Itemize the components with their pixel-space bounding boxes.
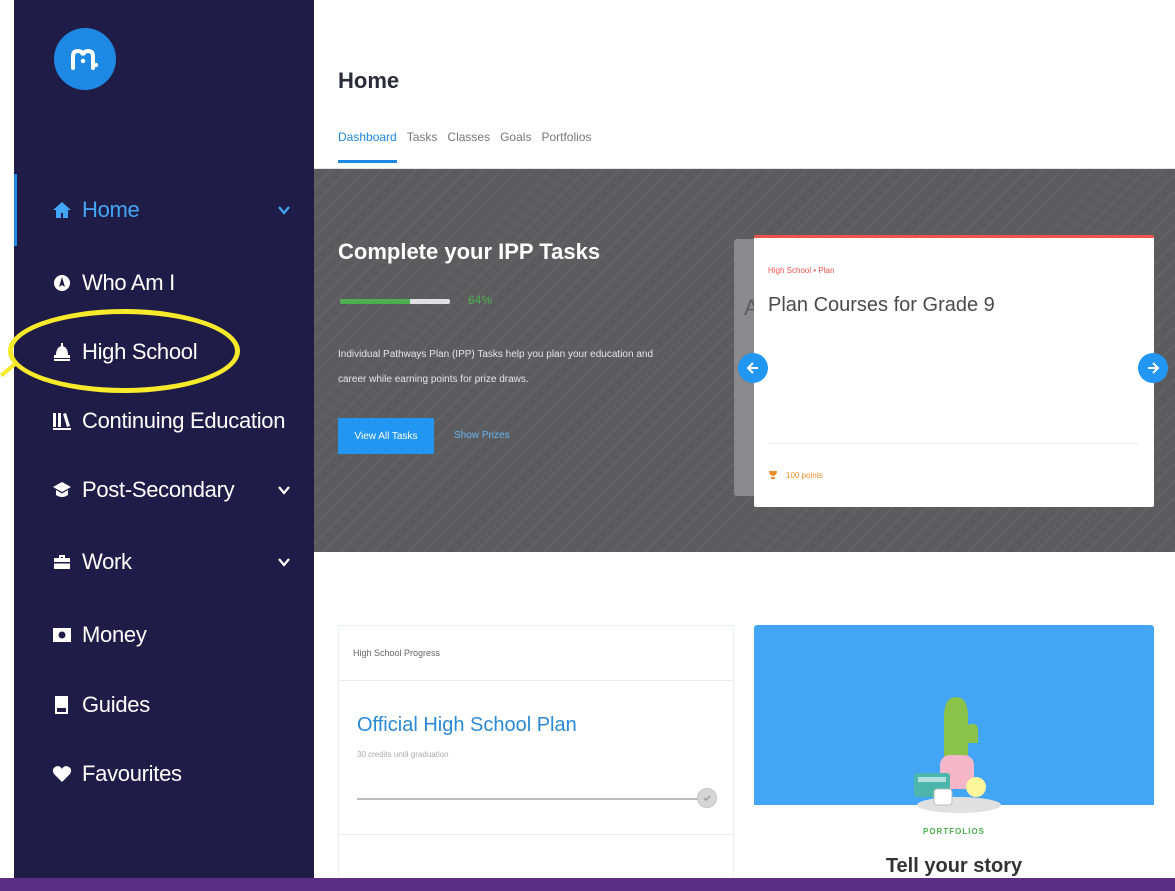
left-edge-strip [0, 0, 14, 878]
credits-remaining-text: 30 credits until graduation [357, 750, 449, 759]
portfolio-title: Tell your story [885, 855, 1023, 877]
panel-header: High School Progress [353, 648, 441, 658]
portfolio-eyebrow: PORTFOLIOS [923, 827, 985, 836]
hero-title: Complete your IPP Tasks [338, 239, 601, 264]
sidebar-item-who-am-i[interactable]: Who Am I [14, 259, 314, 307]
carousel-next-button[interactable] [1138, 353, 1168, 383]
page-title: Home [338, 68, 400, 93]
sidebar-item-label: Favourites [82, 761, 182, 786]
view-all-tasks-button[interactable]: View All Tasks [338, 418, 434, 454]
graduation-check-icon [697, 788, 717, 808]
ipp-progress-bar [340, 299, 450, 304]
tab-portfolios[interactable]: Portfolios [541, 130, 591, 163]
tab-goals[interactable]: Goals [500, 130, 531, 163]
briefcase-icon [52, 552, 72, 572]
portfolio-panel[interactable]: PORTFOLIOS Tell your story [754, 625, 1154, 878]
sidebar-item-label: Work [82, 549, 132, 574]
sidebar-item-continuing-education[interactable]: Continuing Education [14, 397, 314, 445]
money-icon [52, 625, 72, 645]
cactus-illustration-icon [914, 697, 1001, 813]
sidebar-item-post-secondary[interactable]: Post-Secondary [14, 466, 314, 514]
task-card[interactable]: High School • Plan Plan Courses for Grad… [754, 235, 1154, 507]
chevron-down-icon[interactable] [276, 482, 292, 498]
carousel-prev-button[interactable] [738, 353, 768, 383]
footer-band [0, 878, 1175, 891]
app-logo[interactable] [54, 28, 116, 90]
graduation-cap-icon [52, 480, 72, 500]
ipp-tasks-hero: Complete your IPP Tasks 64% Individual P… [314, 169, 1175, 552]
sidebar-item-home[interactable]: Home [14, 186, 314, 234]
sidebar: Home Who Am I High School Continuing Edu… [14, 0, 314, 878]
sidebar-item-label: High School [82, 339, 198, 364]
sidebar-item-label: Post-Secondary [82, 477, 235, 502]
ipp-progress-text: 64% [468, 293, 493, 307]
credits-progress-track [357, 798, 707, 800]
home-icon [52, 200, 72, 220]
task-card-category: High School • Plan [768, 266, 835, 275]
task-card-title: Plan Courses for Grade 9 [768, 294, 995, 316]
sidebar-item-label: Continuing Education [82, 408, 286, 433]
official-high-school-plan-link[interactable]: Official High School Plan [357, 714, 577, 737]
school-bell-icon [52, 342, 72, 362]
task-card-divider [768, 443, 1138, 444]
tab-classes[interactable]: Classes [447, 130, 490, 163]
book-icon [52, 695, 72, 715]
panel-divider [339, 680, 733, 681]
tab-dashboard[interactable]: Dashboard [338, 130, 397, 163]
task-card-points: 100 points [768, 470, 823, 480]
sidebar-item-label: Guides [82, 692, 150, 717]
logo-m-icon [71, 48, 99, 70]
hero-description: Individual Pathways Plan (IPP) Tasks hel… [338, 349, 654, 385]
trophy-icon [769, 471, 777, 479]
arrow-right-icon [1148, 362, 1160, 374]
arrow-left-icon [746, 362, 758, 374]
high-school-progress-panel: High School Progress Official High Schoo… [338, 625, 734, 878]
sidebar-item-label: Home [82, 197, 140, 222]
heart-icon [52, 764, 72, 784]
points-label: 100 points [786, 470, 823, 480]
tab-tasks[interactable]: Tasks [407, 130, 438, 163]
sidebar-item-label: Money [82, 622, 147, 647]
sidebar-item-guides[interactable]: Guides [14, 681, 314, 729]
show-prizes-link[interactable]: Show Prizes [454, 430, 510, 441]
ipp-progress-fill [340, 299, 411, 304]
panel-divider [339, 834, 733, 835]
sidebar-item-high-school[interactable]: High School [14, 328, 314, 376]
sidebar-item-label: Who Am I [82, 270, 175, 295]
sidebar-item-favourites[interactable]: Favourites [14, 750, 314, 798]
compass-icon [52, 273, 72, 293]
books-icon [52, 411, 72, 431]
sidebar-item-work[interactable]: Work [14, 538, 314, 586]
sidebar-item-money[interactable]: Money [14, 611, 314, 659]
chevron-down-icon[interactable] [276, 554, 292, 570]
tab-bar: Dashboard Tasks Classes Goals Portfolios [338, 130, 601, 163]
chevron-down-icon[interactable] [276, 202, 292, 218]
main-content: Home Dashboard Tasks Classes Goals Portf… [314, 0, 1175, 878]
